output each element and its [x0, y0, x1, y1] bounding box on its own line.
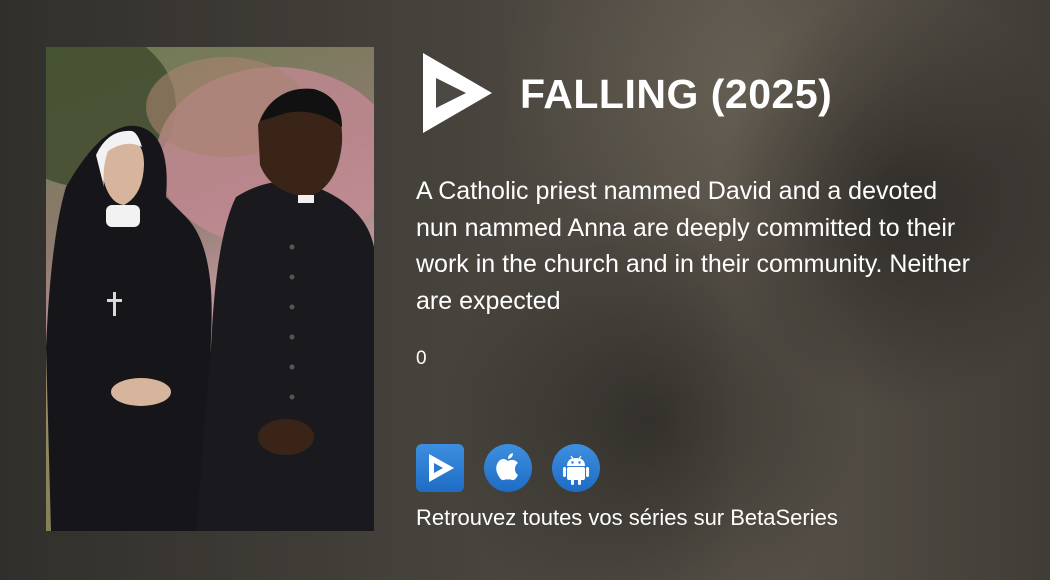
betaseries-web-app-button[interactable] — [416, 444, 464, 492]
ios-app-button[interactable] — [484, 444, 532, 492]
betaseries-logo-icon — [423, 53, 492, 133]
android-icon — [563, 455, 589, 485]
show-synopsis: A Catholic priest nammed David and a dev… — [416, 177, 970, 315]
show-poster — [46, 47, 374, 531]
betaseries-web-icon — [429, 454, 454, 482]
betaseries-tagline: Retrouvez toutes vos séries sur BetaSeri… — [416, 505, 838, 530]
android-app-button[interactable] — [552, 444, 600, 492]
show-title: FALLING (2025) — [520, 71, 833, 117]
apple-icon — [496, 453, 518, 481]
show-rating: 0 — [416, 348, 427, 369]
